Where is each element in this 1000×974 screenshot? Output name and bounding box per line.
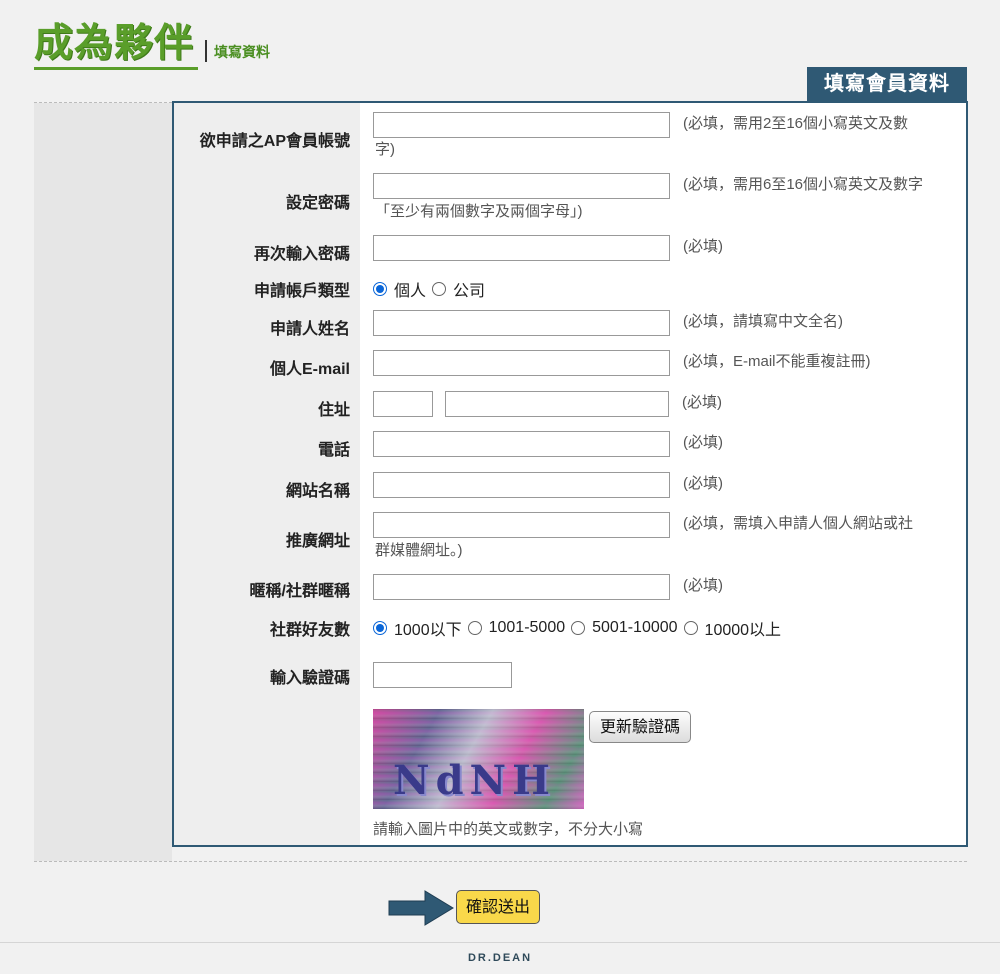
logo-underline: [34, 67, 198, 70]
account-label: 欲申請之AP會員帳號: [199, 133, 350, 150]
logo-title: 成為夥伴: [34, 21, 195, 66]
email-label: 個人E-mail: [269, 361, 350, 378]
submit-button[interactable]: 確認送出: [456, 890, 540, 924]
email-input[interactable]: [373, 350, 670, 376]
friends-option-3-label: 5001-10000: [592, 619, 678, 636]
address-input[interactable]: [445, 391, 669, 417]
account-type-radios: 個人 公司: [373, 277, 491, 301]
site-url-hint-2: 群媒體網址。): [375, 542, 463, 559]
captcha-note: 請輸入圖片中的英文或數字，不分大小寫: [373, 821, 644, 838]
left-gutter: [34, 103, 172, 861]
password-label: 設定密碼: [285, 195, 350, 212]
arrow-right-icon: [388, 890, 454, 926]
password-hint-2: 「至少有兩個數字及兩個字母」): [375, 203, 583, 220]
site-name-label: 網站名稱: [285, 483, 350, 500]
site-url-label: 推廣網址: [285, 533, 350, 550]
friends-option-4-label: 10000以上: [704, 622, 782, 639]
account-input[interactable]: [373, 112, 670, 138]
friends-option-1-label: 1000以下: [394, 622, 462, 639]
password-hint-1: (必填，需用6至16個小寫英文及數字: [683, 176, 924, 193]
account-type-label: 申請帳戶類型: [253, 283, 350, 300]
account-hint-1: (必填，需用2至16個小寫英文及數: [683, 115, 909, 132]
email-hint: (必填，E-mail不能重複註冊): [683, 353, 871, 370]
address-hint: (必填): [682, 394, 722, 411]
divider-bottom: [34, 861, 967, 862]
nickname-input[interactable]: [373, 574, 670, 600]
refresh-captcha-button[interactable]: 更新驗證碼: [589, 711, 691, 743]
captcha-image: NdNH: [373, 709, 584, 809]
account-hint-2: 字): [375, 141, 395, 158]
account-type-company-radio[interactable]: [432, 282, 447, 296]
logo-subtitle: 填寫資料: [214, 44, 270, 60]
password-confirm-label: 再次輸入密碼: [253, 246, 350, 263]
friends-option-1-radio[interactable]: [373, 621, 387, 635]
name-label: 申請人姓名: [269, 321, 350, 338]
member-form: 欲申請之AP會員帳號 (必填，需用2至16個小寫英文及數 字) 設定密碼 (必填…: [172, 101, 968, 847]
password-confirm-input[interactable]: [373, 235, 670, 261]
account-type-personal-label: 個人: [394, 283, 427, 300]
site-url-input[interactable]: [373, 512, 670, 538]
password-input[interactable]: [373, 173, 670, 199]
friends-radios: 1000以下 1001-5000 5001-10000 10000以上: [373, 616, 787, 640]
account-type-personal-radio[interactable]: [373, 282, 387, 296]
site-name-input[interactable]: [373, 472, 670, 498]
name-hint: (必填，請填寫中文全名): [683, 313, 843, 330]
captcha-image-text: NdNH: [393, 757, 556, 804]
label-column: [174, 103, 360, 845]
name-input[interactable]: [373, 310, 670, 336]
section-title: 填寫會員資料: [807, 67, 967, 101]
captcha-input[interactable]: [373, 662, 512, 688]
friends-option-2-label: 1001-5000: [488, 619, 566, 636]
zipcode-input[interactable]: [373, 391, 433, 417]
account-type-company-label: 公司: [453, 283, 486, 300]
site-name-hint: (必填): [683, 475, 723, 492]
captcha-label: 輸入驗證碼: [269, 670, 350, 687]
friends-option-4-radio[interactable]: [683, 621, 698, 635]
password-confirm-hint: (必填): [683, 238, 723, 255]
footer-logo: DR.DEAN: [467, 952, 533, 964]
phone-input[interactable]: [373, 431, 670, 457]
nickname-hint: (必填): [683, 577, 723, 594]
phone-hint: (必填): [683, 434, 723, 451]
footer-divider: [0, 942, 1000, 943]
friends-option-2-radio[interactable]: [467, 621, 482, 635]
logo-separator: [205, 40, 207, 62]
friends-option-3-radio[interactable]: [571, 621, 586, 635]
phone-label: 電話: [317, 442, 350, 459]
site-url-hint-1: (必填，需填入申請人個人網站或社: [683, 515, 913, 532]
friends-label: 社群好友數: [269, 622, 350, 639]
nickname-label: 暱稱/社群暱稱: [249, 583, 350, 600]
address-label: 住址: [317, 402, 350, 419]
